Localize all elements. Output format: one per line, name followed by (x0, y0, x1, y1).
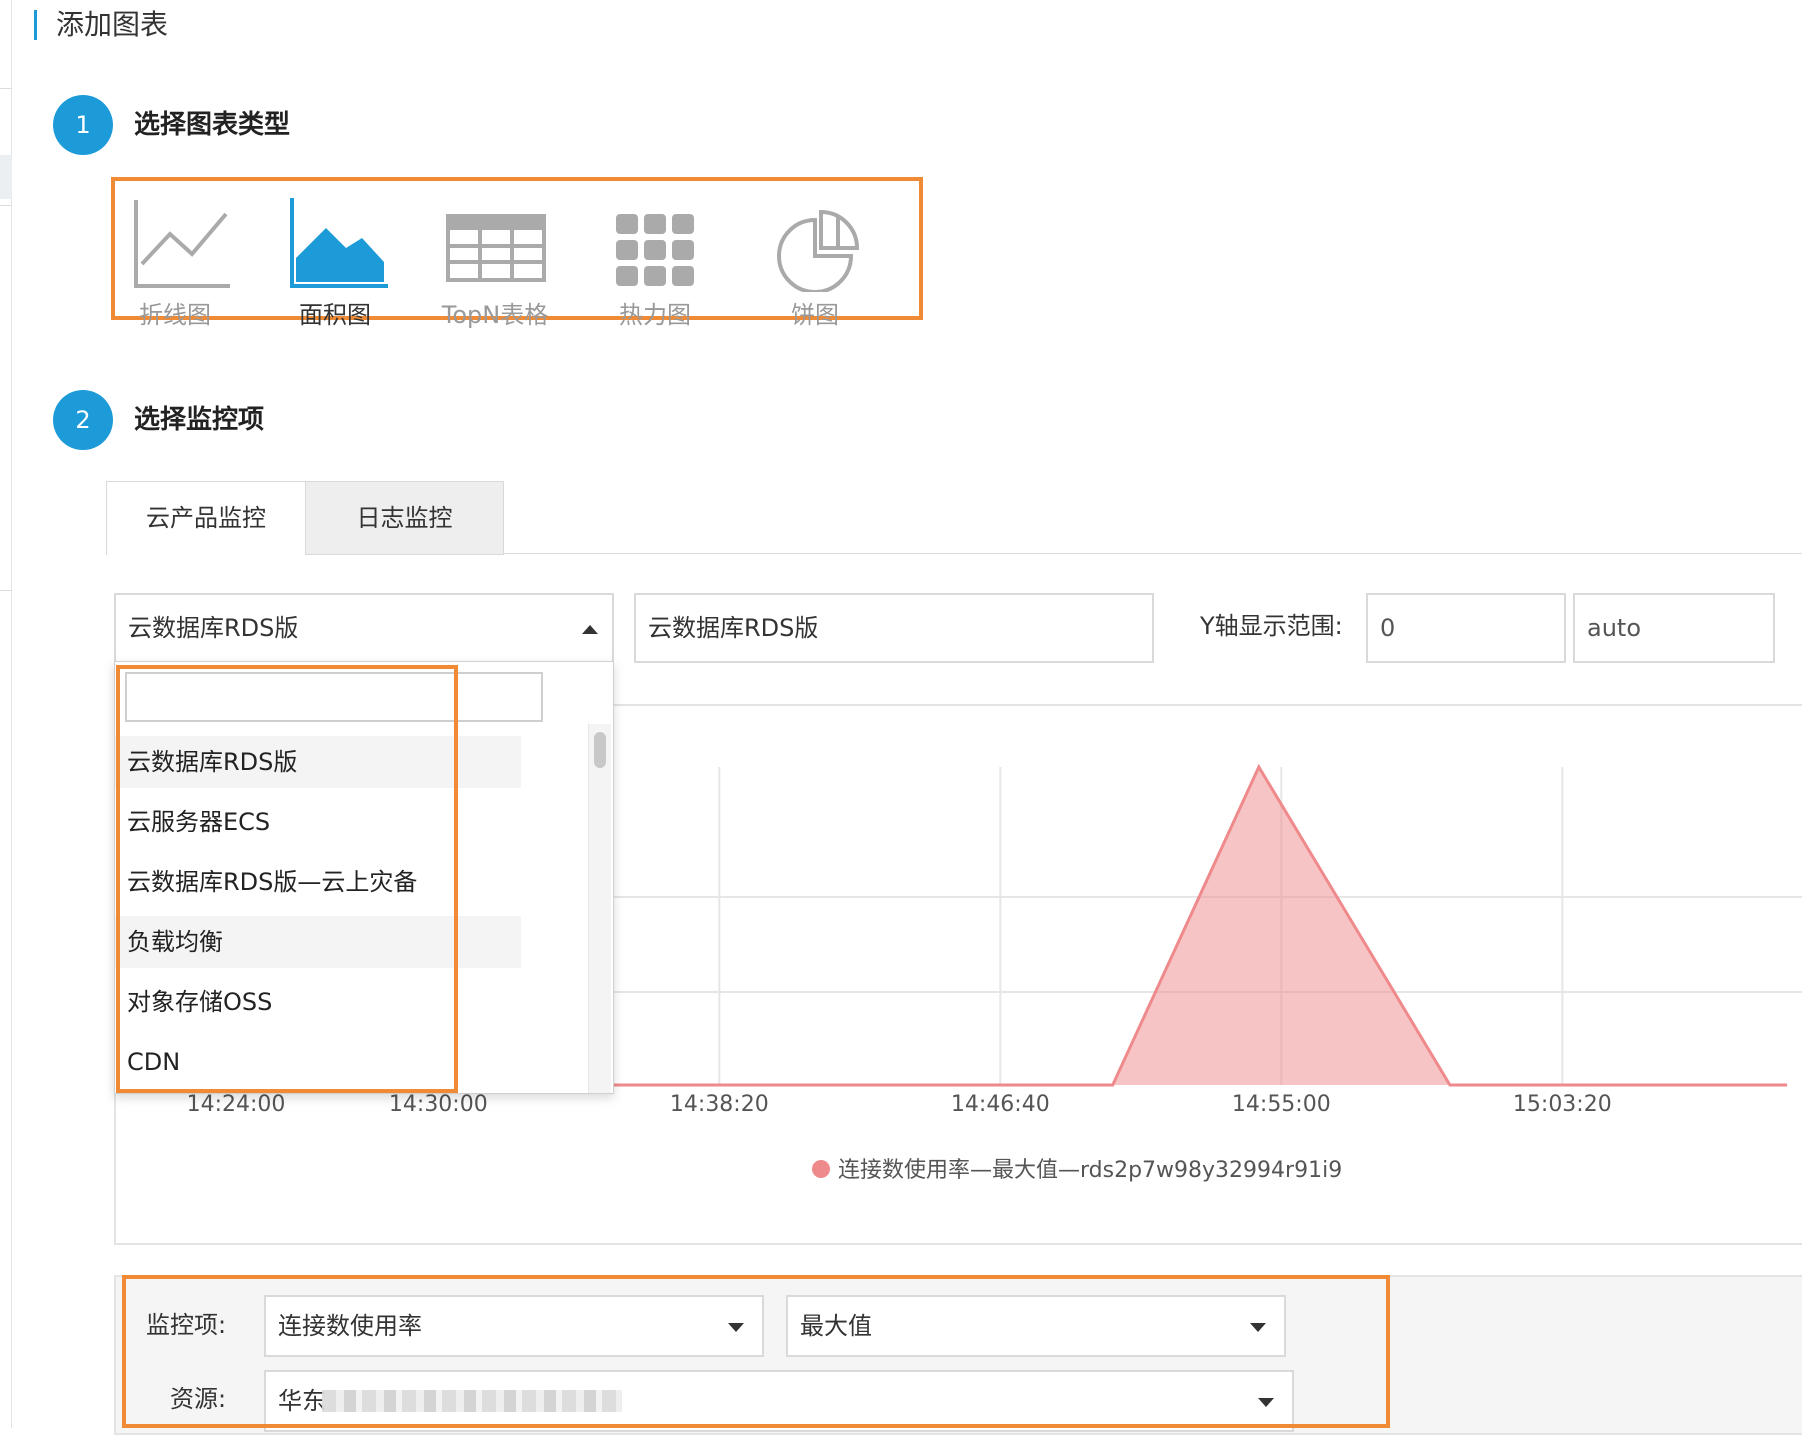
legend-label: 连接数使用率—最大值—rds2p7w98y32994r91i9 (838, 1158, 1343, 1183)
x-tick-label: 14:30:00 (388, 1092, 488, 1117)
dropdown-scrollbar[interactable] (588, 724, 611, 1093)
config-highlight (122, 1275, 1390, 1428)
x-tick-label: 14:24:00 (186, 1092, 286, 1117)
dropdown-highlight (116, 665, 458, 1093)
scrollbar-thumb[interactable] (594, 732, 606, 768)
x-tick-label: 14:55:00 (1231, 1092, 1331, 1117)
legend-swatch (812, 1160, 830, 1178)
x-tick-label: 14:46:40 (950, 1092, 1050, 1117)
chart-legend: 连接数使用率—最大值—rds2p7w98y32994r91i9 (812, 1152, 1342, 1184)
x-tick-label: 14:38:20 (669, 1092, 769, 1117)
x-tick-label: 15:03:20 (1512, 1092, 1612, 1117)
